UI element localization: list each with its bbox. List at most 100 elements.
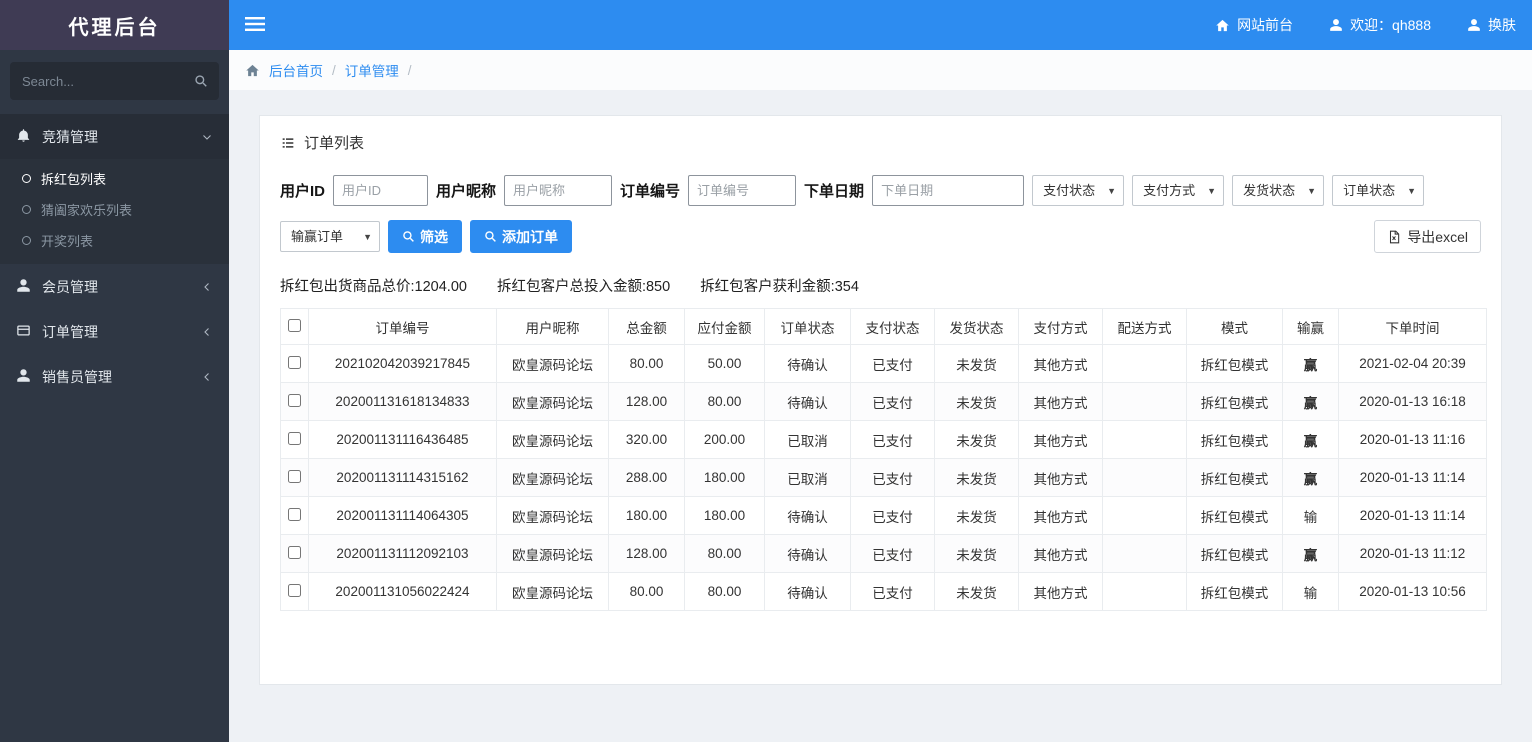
search-icon[interactable]	[183, 62, 219, 100]
order-no-label: 订单编号	[620, 183, 681, 200]
sidebar-item-member-management[interactable]: 会员管理	[0, 264, 229, 309]
cell-nickname: 欧皇源码论坛	[496, 382, 609, 421]
change-skin-link[interactable]: 换肤	[1467, 15, 1516, 35]
table-row: 202001131618134833 欧皇源码论坛 128.00 80.00 待…	[280, 382, 1487, 421]
nickname-input[interactable]	[504, 175, 613, 206]
order-date-label: 下单日期	[804, 183, 865, 200]
cell-nickname: 欧皇源码论坛	[496, 458, 609, 497]
cell-pay-status: 已支付	[850, 496, 935, 535]
row-checkbox[interactable]	[288, 393, 301, 407]
cell-total: 320.00	[608, 420, 685, 459]
sidebar-item-order-management[interactable]: 订单管理	[0, 309, 229, 354]
export-excel-button[interactable]: 导出excel	[1374, 220, 1481, 253]
table-row: 202001131116436485 欧皇源码论坛 320.00 200.00 …	[280, 420, 1487, 459]
sidebar-subitem-label: 拆红包列表	[41, 172, 107, 187]
pay-status-select[interactable]: 支付状态	[1032, 175, 1125, 206]
cell-delivery	[1102, 344, 1187, 383]
sidebar-subitem-family-fun-list[interactable]: 猜阖家欢乐列表	[0, 194, 229, 225]
home-icon	[245, 63, 260, 78]
cell-total: 128.00	[608, 534, 685, 573]
cell-pay-method: 其他方式	[1018, 344, 1103, 383]
pay-method-select[interactable]: 支付方式	[1132, 175, 1225, 206]
select-all-checkbox[interactable]	[288, 318, 301, 332]
user-id-input[interactable]	[333, 175, 429, 206]
pay-status-select-wrap: 支付状态	[1032, 175, 1125, 206]
cell-time: 2020-01-13 11:16	[1338, 420, 1487, 459]
summary-total-invest: 拆红包客户总投入金额:850	[496, 279, 671, 295]
cell-pay-method: 其他方式	[1018, 458, 1103, 497]
filter-toolbar: 用户ID 用户昵称 订单编号 下单日期 支付状态 支付方式	[260, 159, 1501, 253]
cell-order-no: 202001131056022424	[308, 572, 497, 611]
cell-checkbox	[280, 382, 309, 421]
cell-pay-status: 已支付	[850, 420, 935, 459]
ship-status-select-wrap: 发货状态	[1232, 175, 1325, 206]
topnav-right: 网站前台 欢迎：qh888 换肤	[1215, 15, 1516, 35]
order-status-select[interactable]: 订单状态	[1332, 175, 1425, 206]
sidebar-item-betting-management[interactable]: 竞猜管理	[0, 114, 229, 159]
cell-payable: 180.00	[684, 458, 765, 497]
frontend-link[interactable]: 网站前台	[1215, 15, 1293, 35]
content-area: 订单列表 用户ID 用户昵称 订单编号 下单日期 支付状态	[229, 90, 1532, 742]
filter-row-1: 用户ID 用户昵称 订单编号 下单日期 支付状态 支付方式	[280, 175, 1481, 206]
cell-mode: 拆红包模式	[1186, 534, 1283, 573]
cell-mode: 拆红包模式	[1186, 458, 1283, 497]
sidebar-submenu: 拆红包列表 猜阖家欢乐列表 开奖列表	[0, 159, 229, 264]
breadcrumb-home-link[interactable]: 后台首页	[269, 60, 323, 80]
row-checkbox[interactable]	[288, 507, 301, 521]
order-date-input[interactable]	[872, 175, 1025, 206]
win-lose-select[interactable]: 输赢订单	[280, 221, 380, 252]
home-icon	[1215, 18, 1230, 33]
row-checkbox[interactable]	[288, 431, 301, 445]
column-header-order_no: 订单编号	[308, 308, 497, 345]
order-no-input[interactable]	[688, 175, 797, 206]
column-header-time: 下单时间	[1338, 308, 1487, 345]
cell-nickname: 欧皇源码论坛	[496, 344, 609, 383]
row-checkbox[interactable]	[288, 583, 301, 597]
filter-button[interactable]: 筛选	[388, 220, 462, 253]
cell-order-status: 待确认	[764, 534, 851, 573]
cell-ship-status: 未发货	[934, 382, 1019, 421]
sidebar-subitem-red-packet-list[interactable]: 拆红包列表	[0, 163, 229, 194]
cell-total: 128.00	[608, 382, 685, 421]
order-table-header-row: 订单编号 用户昵称 总金额 应付金额 订单状态 支付状态 发货状态 支付方式 配送方式 模式 输赢下…	[280, 308, 1487, 345]
summary-bar: 拆红包出货商品总价:1204.00 拆红包客户总投入金额:850 拆红包客户获利…	[260, 253, 1501, 308]
add-order-button[interactable]: 添加订单	[470, 220, 572, 253]
cell-win: 赢	[1282, 420, 1339, 459]
skin-icon	[1467, 18, 1481, 32]
top-navbar: 网站前台 欢迎：qh888 换肤	[229, 0, 1532, 50]
ship-status-select[interactable]: 发货状态	[1232, 175, 1325, 206]
cell-delivery	[1102, 420, 1187, 459]
sidebar-toggle-button[interactable]	[245, 16, 265, 35]
filter-row-2: 输赢订单 筛选 添加订单	[280, 220, 1481, 253]
win-lose-select-wrap: 输赢订单	[280, 221, 380, 252]
column-header-win: 输赢	[1282, 308, 1339, 345]
cell-mode: 拆红包模式	[1186, 496, 1283, 535]
cell-win: 输	[1282, 496, 1339, 535]
row-checkbox[interactable]	[288, 469, 301, 483]
sidebar-subitem-lottery-list[interactable]: 开奖列表	[0, 225, 229, 256]
chevron-left-icon	[201, 326, 213, 338]
breadcrumb-separator: /	[407, 62, 412, 78]
cell-checkbox	[280, 496, 309, 535]
frontend-link-label: 网站前台	[1237, 17, 1294, 33]
breadcrumb-section-link[interactable]: 订单管理	[345, 60, 399, 80]
sidebar-item-salesman-management[interactable]: 销售员管理	[0, 354, 229, 399]
breadcrumb: 后台首页 / 订单管理 /	[229, 50, 1532, 90]
cell-nickname: 欧皇源码论坛	[496, 420, 609, 459]
cell-order-no: 202001131114315162	[308, 458, 497, 497]
table-row: 202001131114315162 欧皇源码论坛 288.00 180.00 …	[280, 458, 1487, 497]
sidebar-subitem-label: 开奖列表	[41, 234, 94, 249]
cell-ship-status: 未发货	[934, 458, 1019, 497]
row-checkbox[interactable]	[288, 545, 301, 559]
summary-total-profit: 拆红包客户获利金额:354	[700, 279, 859, 295]
row-checkbox[interactable]	[288, 355, 301, 369]
welcome-user[interactable]: 欢迎：qh888	[1329, 15, 1431, 35]
cell-total: 80.00	[608, 572, 685, 611]
nickname-label: 用户昵称	[436, 183, 497, 200]
cell-ship-status: 未发货	[934, 496, 1019, 535]
cell-pay-method: 其他方式	[1018, 572, 1103, 611]
cell-mode: 拆红包模式	[1186, 420, 1283, 459]
cell-order-no: 202001131116436485	[308, 420, 497, 459]
table-row: 202001131114064305 欧皇源码论坛 180.00 180.00 …	[280, 496, 1487, 535]
cell-time: 2021-02-04 20:39	[1338, 344, 1487, 383]
